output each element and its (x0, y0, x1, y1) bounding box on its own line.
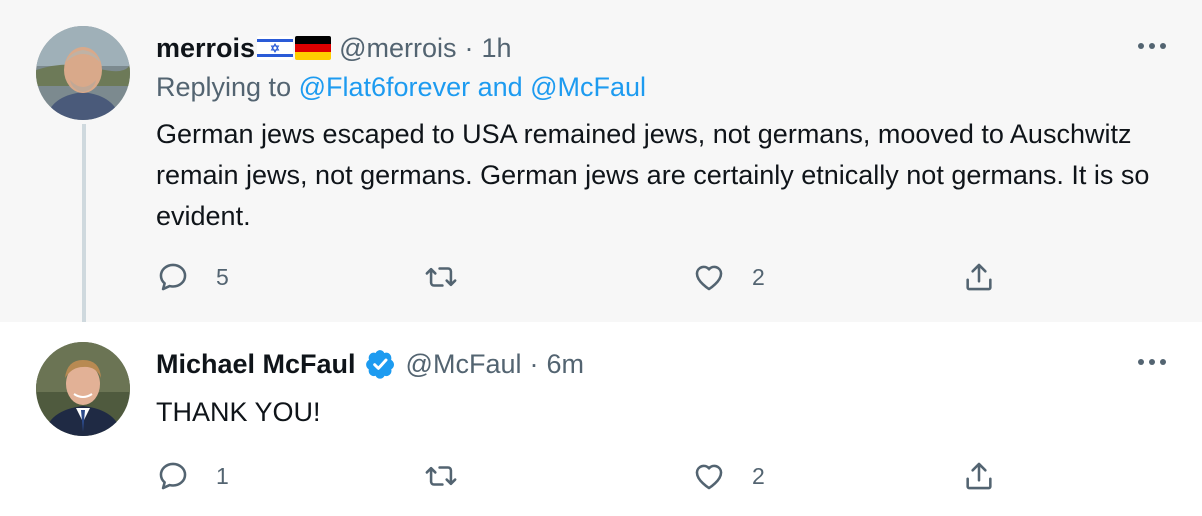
tweet-merrois[interactable]: merrois @merrois · 1h Replying to @Flat6… (0, 0, 1202, 336)
reply-icon (159, 462, 187, 490)
share-button[interactable] (962, 257, 996, 297)
share-button[interactable] (962, 456, 996, 496)
timestamp[interactable]: 1h (481, 33, 511, 64)
like-count: 2 (752, 462, 765, 489)
like-count: 2 (752, 263, 765, 290)
name-flags (257, 36, 332, 60)
tweet-header: merrois @merrois · 1h (156, 28, 512, 68)
retweet-button[interactable] (424, 456, 458, 496)
more-dots-icon (1138, 359, 1166, 365)
avatar[interactable] (36, 26, 130, 120)
reply-icon (159, 263, 187, 291)
display-name[interactable]: Michael McFaul (156, 349, 356, 380)
replying-prefix: Replying to (156, 72, 292, 102)
display-name[interactable]: merrois (156, 33, 255, 64)
like-button[interactable]: 2 (692, 456, 765, 496)
retweet-icon (425, 267, 457, 287)
israel-flag-icon (257, 36, 294, 60)
tweet-mcfaul[interactable]: Michael McFaul @McFaul · 6m THANK YOU! 1 (0, 322, 1202, 516)
timestamp[interactable]: 6m (546, 349, 584, 380)
reply-count: 1 (216, 462, 229, 489)
germany-flag-icon (295, 36, 332, 60)
action-bar: 5 2 (156, 257, 1016, 297)
tweet-header: Michael McFaul @McFaul · 6m (156, 344, 584, 384)
reply-count: 5 (216, 263, 229, 290)
share-icon (966, 263, 992, 291)
more-options-button[interactable] (1134, 344, 1170, 380)
like-button[interactable]: 2 (692, 257, 765, 297)
heart-icon (695, 265, 723, 291)
tweet-text: THANK YOU! (156, 397, 321, 427)
more-dots-icon (1138, 43, 1166, 49)
reply-button[interactable]: 1 (156, 456, 229, 496)
heart-icon (695, 464, 723, 490)
avatar[interactable] (36, 342, 130, 436)
tweet-text: German jews escaped to USA remained jews… (156, 119, 1150, 231)
separator-dot: · (464, 32, 474, 63)
retweet-icon (425, 466, 457, 486)
verified-badge-icon (365, 350, 394, 379)
user-handle[interactable]: @McFaul (406, 349, 522, 380)
reply-button[interactable]: 5 (156, 257, 229, 297)
retweet-button[interactable] (424, 257, 458, 297)
action-bar: 1 2 (156, 456, 1016, 496)
thread-connector-line (82, 124, 86, 336)
share-icon (966, 462, 992, 490)
user-handle[interactable]: @merrois (339, 33, 456, 64)
more-options-button[interactable] (1134, 28, 1170, 64)
replying-mentions[interactable]: @Flat6forever and @McFaul (299, 72, 646, 102)
separator-dot: · (529, 348, 539, 379)
replying-to: Replying to @Flat6forever and @McFaul (156, 72, 646, 103)
